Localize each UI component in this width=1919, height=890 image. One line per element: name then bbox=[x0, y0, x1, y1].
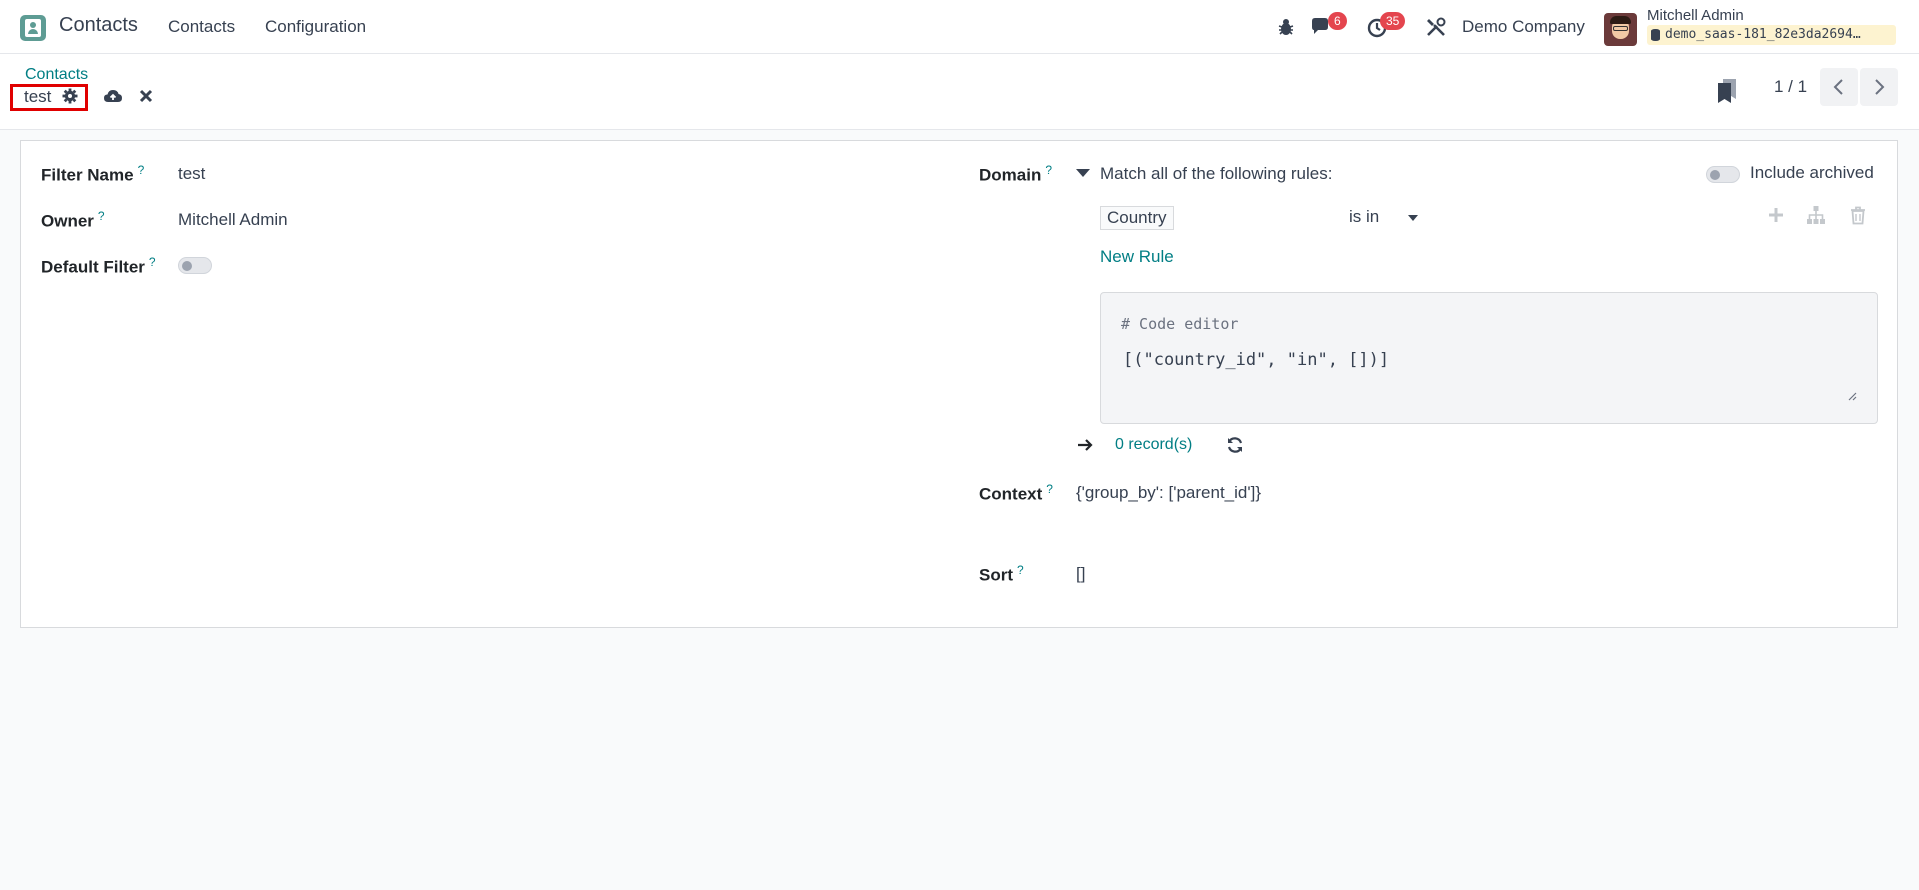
pager-previous-button[interactable] bbox=[1820, 68, 1858, 106]
filter-name-label: Filter Name? bbox=[41, 163, 145, 185]
record-title: test bbox=[24, 87, 52, 106]
default-filter-toggle[interactable] bbox=[178, 257, 212, 274]
company-switcher[interactable]: Demo Company bbox=[1462, 17, 1585, 37]
breadcrumb[interactable]: Contacts bbox=[25, 66, 88, 84]
pager-value[interactable]: 1 / 1 bbox=[1774, 77, 1807, 97]
owner-field[interactable]: Mitchell Admin bbox=[178, 210, 288, 230]
plus-icon[interactable] bbox=[1766, 205, 1786, 225]
context-label: Context? bbox=[979, 482, 1053, 504]
include-archived-label: Include archived bbox=[1750, 163, 1874, 182]
resize-grip-icon[interactable] bbox=[1847, 391, 1857, 401]
sort-label: Sort? bbox=[979, 563, 1024, 585]
activities-badge: 35 bbox=[1380, 12, 1406, 30]
help-tooltip[interactable]: ? bbox=[1046, 482, 1053, 496]
pager-next-button[interactable] bbox=[1860, 68, 1898, 106]
chevron-left-icon bbox=[1833, 79, 1843, 95]
domain-match-text: Match all of the following rules: bbox=[1100, 164, 1333, 183]
refresh-icon[interactable] bbox=[1226, 436, 1244, 454]
menu-configuration[interactable]: Configuration bbox=[265, 17, 366, 37]
contacts-app-icon[interactable] bbox=[20, 15, 46, 41]
help-tooltip[interactable]: ? bbox=[138, 163, 145, 177]
control-panel: Contacts test 1 / 1 bbox=[0, 54, 1919, 130]
help-tooltip[interactable]: ? bbox=[98, 209, 105, 223]
context-field[interactable]: {'group_by': ['parent_id']} bbox=[1076, 483, 1261, 503]
code-editor[interactable]: # Code editor [("country_id", "in", [])] bbox=[1100, 292, 1878, 424]
gear-icon[interactable] bbox=[62, 88, 78, 104]
messages-badge: 6 bbox=[1328, 12, 1347, 30]
help-tooltip[interactable]: ? bbox=[1017, 563, 1024, 577]
tools-icon[interactable] bbox=[1425, 16, 1447, 38]
filter-name-field[interactable]: test bbox=[178, 164, 205, 184]
domain-label: Domain? bbox=[979, 163, 1053, 185]
bug-icon[interactable] bbox=[1275, 16, 1297, 38]
rule-field-selector[interactable]: Country bbox=[1100, 206, 1174, 230]
help-tooltip[interactable]: ? bbox=[149, 255, 156, 269]
cloud-upload-icon[interactable] bbox=[103, 87, 123, 105]
database-name: demo_saas-181_82e3da2694… bbox=[1665, 27, 1861, 42]
user-name[interactable]: Mitchell Admin bbox=[1647, 7, 1744, 24]
database-icon bbox=[1651, 29, 1660, 41]
code-editor-comment: # Code editor bbox=[1121, 315, 1239, 333]
owner-label: Owner? bbox=[41, 209, 105, 231]
record-count-link[interactable]: 0 record(s) bbox=[1115, 436, 1192, 454]
domain-code-value[interactable]: [("country_id", "in", [])] bbox=[1123, 350, 1389, 370]
new-rule-button[interactable]: New Rule bbox=[1100, 247, 1174, 267]
operator-caret-icon[interactable] bbox=[1408, 215, 1418, 221]
help-tooltip[interactable]: ? bbox=[1045, 163, 1052, 177]
arrow-right-icon bbox=[1078, 439, 1093, 451]
menu-contacts[interactable]: Contacts bbox=[168, 17, 235, 37]
chevron-right-icon bbox=[1875, 79, 1885, 95]
rule-operator-select[interactable]: is in bbox=[1349, 207, 1379, 227]
sitemap-icon[interactable] bbox=[1806, 205, 1826, 225]
default-filter-label: Default Filter? bbox=[41, 255, 156, 277]
app-name[interactable]: Contacts bbox=[59, 14, 138, 37]
database-badge: demo_saas-181_82e3da2694… bbox=[1647, 25, 1896, 45]
avatar[interactable] bbox=[1604, 13, 1637, 46]
main-navbar: Contacts Contacts Configuration 6 35 Dem… bbox=[0, 0, 1919, 54]
include-archived-toggle[interactable] bbox=[1706, 166, 1740, 183]
caret-down-icon[interactable] bbox=[1076, 169, 1090, 177]
trash-icon[interactable] bbox=[1848, 205, 1868, 225]
sort-field[interactable]: [] bbox=[1076, 564, 1085, 584]
bookmark-icon[interactable] bbox=[1716, 78, 1738, 104]
close-icon[interactable] bbox=[138, 88, 154, 104]
